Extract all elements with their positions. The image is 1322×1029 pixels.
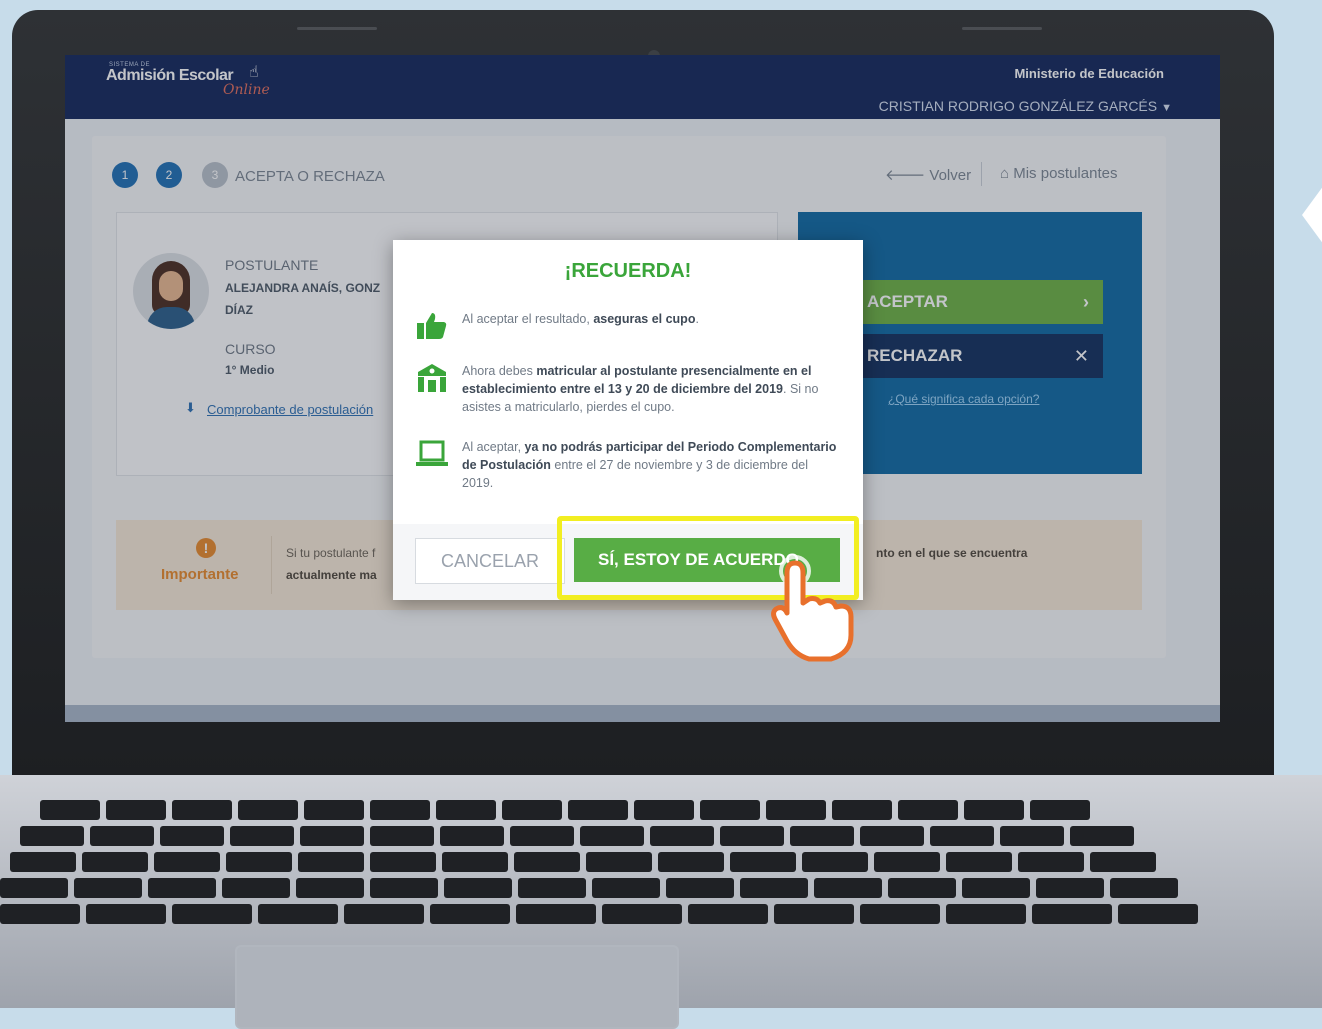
keyboard-key bbox=[442, 852, 508, 872]
cancel-button[interactable]: CANCELAR bbox=[415, 538, 565, 584]
keyboard-key bbox=[518, 878, 586, 898]
tip-2-text: Ahora debes matricular al postulante pre… bbox=[462, 364, 819, 414]
keyboard-key bbox=[774, 904, 854, 924]
side-arrow-tab bbox=[1302, 185, 1322, 245]
keyboard-key bbox=[516, 904, 596, 924]
keyboard-key bbox=[580, 826, 644, 846]
keyboard-key bbox=[568, 800, 628, 820]
keyboard-key bbox=[1030, 800, 1090, 820]
keyboard-key bbox=[860, 826, 924, 846]
keyboard-key bbox=[370, 826, 434, 846]
keyboard-key bbox=[300, 826, 364, 846]
keyboard-key bbox=[106, 800, 166, 820]
keyboard-key bbox=[430, 904, 510, 924]
keyboard-key bbox=[370, 852, 436, 872]
keyboard-key bbox=[688, 904, 768, 924]
keyboard-key bbox=[700, 800, 760, 820]
keyboard-key bbox=[74, 878, 142, 898]
keyboard-key bbox=[370, 800, 430, 820]
keyboard-key bbox=[160, 826, 224, 846]
keyboard-key bbox=[1018, 852, 1084, 872]
keyboard-key bbox=[298, 852, 364, 872]
keyboard-key bbox=[20, 826, 84, 846]
keyboard-key bbox=[222, 878, 290, 898]
lid-strip-left bbox=[297, 27, 377, 30]
keyboard-key bbox=[0, 904, 80, 924]
keyboard-key bbox=[602, 904, 682, 924]
keyboard-key bbox=[1110, 878, 1178, 898]
keyboard-key bbox=[946, 904, 1026, 924]
keyboard-key bbox=[766, 800, 826, 820]
keyboard-key bbox=[1090, 852, 1156, 872]
school-icon bbox=[418, 364, 446, 392]
keyboard-key bbox=[1032, 904, 1112, 924]
lid-strip-right bbox=[962, 27, 1042, 30]
keyboard-key bbox=[666, 878, 734, 898]
keyboard-key bbox=[740, 878, 808, 898]
keyboard-key bbox=[1036, 878, 1104, 898]
keyboard-key bbox=[634, 800, 694, 820]
keyboard-key bbox=[502, 800, 562, 820]
keyboard-key bbox=[444, 878, 512, 898]
keyboard-key bbox=[238, 800, 298, 820]
keyboard-key bbox=[962, 878, 1030, 898]
keyboard-key bbox=[874, 852, 940, 872]
keyboard-key bbox=[592, 878, 660, 898]
modal-title: ¡RECUERDA! bbox=[564, 260, 692, 282]
trackpad bbox=[235, 945, 679, 1029]
keyboard-key bbox=[790, 826, 854, 846]
keyboard-key bbox=[296, 878, 364, 898]
keyboard bbox=[0, 800, 1322, 935]
keyboard-key bbox=[304, 800, 364, 820]
keyboard-key bbox=[720, 826, 784, 846]
keyboard-key bbox=[172, 904, 252, 924]
keyboard-key bbox=[440, 826, 504, 846]
keyboard-key bbox=[510, 826, 574, 846]
keyboard-key bbox=[86, 904, 166, 924]
keyboard-key bbox=[10, 852, 76, 872]
keyboard-key bbox=[658, 852, 724, 872]
keyboard-key bbox=[514, 852, 580, 872]
keyboard-key bbox=[898, 800, 958, 820]
keyboard-key bbox=[860, 904, 940, 924]
pointing-hand-icon bbox=[771, 555, 854, 662]
keyboard-key bbox=[344, 904, 424, 924]
keyboard-key bbox=[0, 878, 68, 898]
laptop-screen: SISTEMA DE Admisión Escolar ☝ Online Min… bbox=[65, 55, 1220, 722]
keyboard-key bbox=[930, 826, 994, 846]
keyboard-key bbox=[154, 852, 220, 872]
keyboard-key bbox=[1070, 826, 1134, 846]
laptop-icon bbox=[416, 440, 448, 466]
keyboard-key bbox=[1118, 904, 1198, 924]
keyboard-key bbox=[1000, 826, 1064, 846]
keyboard-key bbox=[40, 800, 100, 820]
keyboard-key bbox=[832, 800, 892, 820]
keyboard-key bbox=[148, 878, 216, 898]
keyboard-key bbox=[370, 878, 438, 898]
keyboard-key bbox=[230, 826, 294, 846]
keyboard-key bbox=[814, 878, 882, 898]
keyboard-key bbox=[226, 852, 292, 872]
keyboard-key bbox=[586, 852, 652, 872]
tip-1-text: Al aceptar el resultado, aseguras el cup… bbox=[462, 312, 699, 326]
keyboard-key bbox=[650, 826, 714, 846]
keyboard-key bbox=[964, 800, 1024, 820]
keyboard-key bbox=[258, 904, 338, 924]
tip-3-text: Al aceptar, ya no podrás participar del … bbox=[462, 440, 837, 490]
keyboard-key bbox=[802, 852, 868, 872]
keyboard-key bbox=[82, 852, 148, 872]
keyboard-key bbox=[436, 800, 496, 820]
keyboard-key bbox=[946, 852, 1012, 872]
keyboard-key bbox=[90, 826, 154, 846]
keyboard-key bbox=[888, 878, 956, 898]
thumbs-up-icon bbox=[417, 313, 447, 339]
keyboard-key bbox=[730, 852, 796, 872]
keyboard-key bbox=[172, 800, 232, 820]
